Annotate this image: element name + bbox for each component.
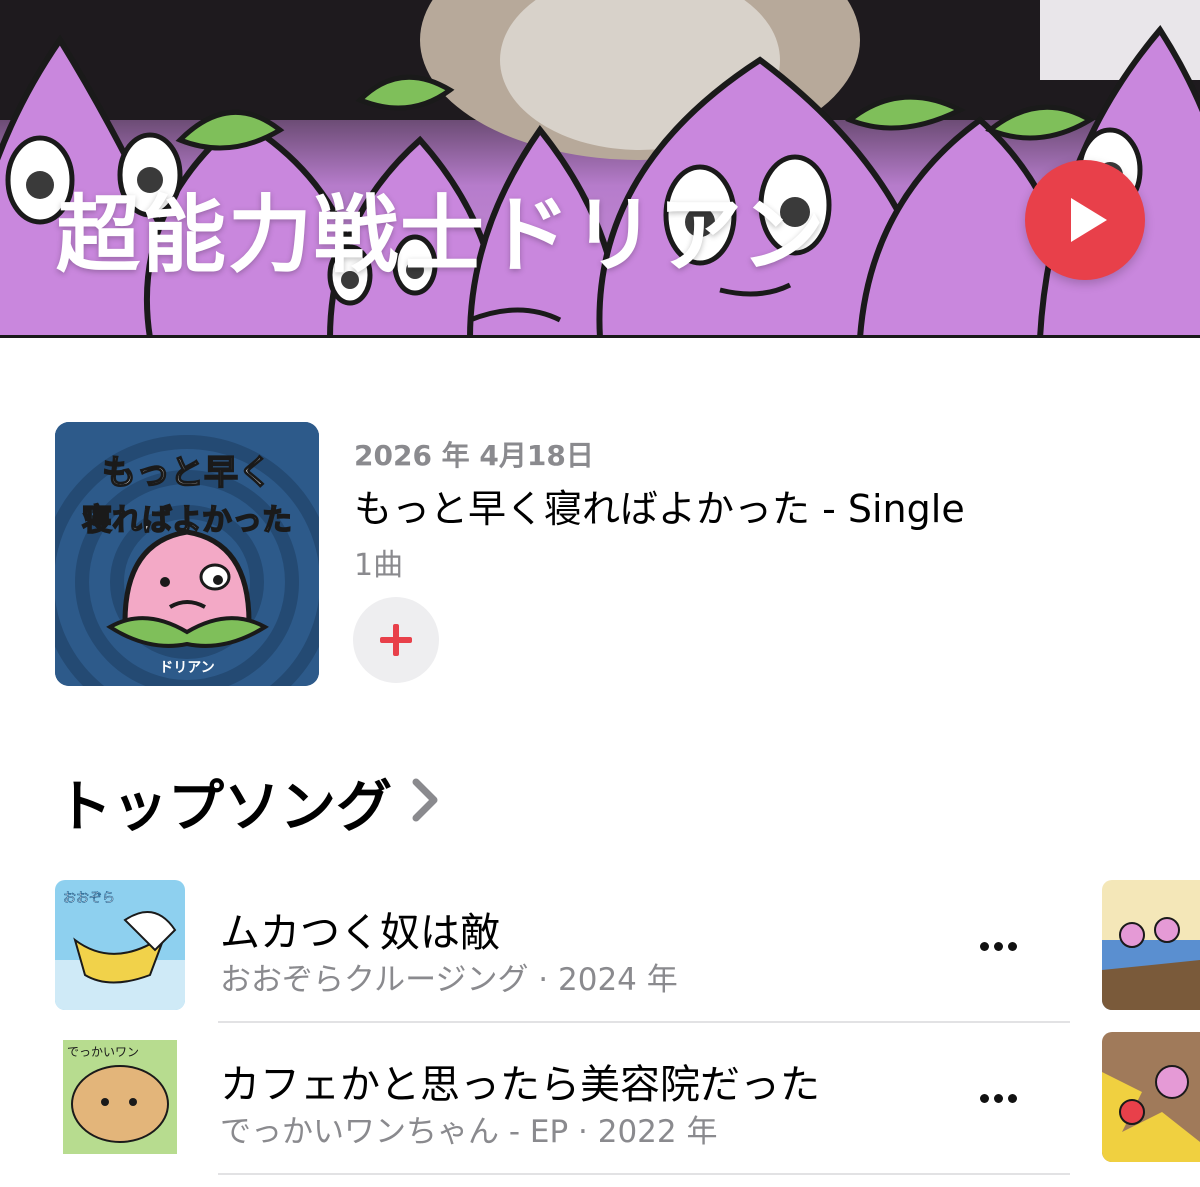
song-title: ムカつく奴は敵 [220,910,500,956]
artist-header: 超能力戦士ドリアン [0,0,1200,338]
svg-text:おおぞら: おおぞら [63,891,115,906]
cover-logo: ドリアン [159,660,214,676]
add-to-library-button[interactable] [353,597,439,683]
song-row[interactable]: でっかいワン カフェかと思ったら美容院だった でっかいワンちゃん - EP · … [0,1030,1200,1180]
song-subtitle: でっかいワンちゃん - EP · 2022 年 [220,1114,718,1150]
latest-release-artwork-image: もっと早く 寝ればよかった ドリアン [55,422,319,686]
song-row[interactable]: おおぞら ムカつく奴は敵 おおぞらクルージング · 2024 年 [0,878,1200,1028]
song-artwork: でっかいワン [55,1032,185,1162]
release-title[interactable]: もっと早く寝ればよかった - Single [354,478,965,533]
side-song-artwork [1102,880,1200,1010]
play-button[interactable] [1025,160,1145,280]
artist-name: 超能力戦士ドリアン [56,186,827,284]
plus-icon [380,624,412,656]
chevron-right-icon[interactable] [410,778,440,822]
side-song-artwork [1102,1032,1200,1162]
row-divider [218,1173,1070,1175]
release-date: 2026 年 4月18日 [354,439,594,472]
top-songs-heading[interactable]: トップソング [56,762,392,843]
song-title: カフェかと思ったら美容院だった [220,1062,820,1108]
latest-release-artwork[interactable]: もっと早く 寝ればよかった ドリアン [55,422,319,686]
song-artwork: おおぞら [55,880,185,1010]
svg-text:でっかいワン: でっかいワン [67,1045,139,1059]
ellipsis-icon [980,942,989,951]
more-options-button[interactable] [980,1084,1030,1114]
row-divider [218,1021,1070,1023]
song-subtitle: おおぞらクルージング · 2024 年 [220,962,678,998]
ellipsis-icon [980,1094,989,1103]
play-icon [1071,198,1107,242]
svg-text:もっと早く: もっと早く [102,453,272,493]
more-options-button[interactable] [980,932,1030,962]
release-track-count: 1曲 [354,548,404,583]
